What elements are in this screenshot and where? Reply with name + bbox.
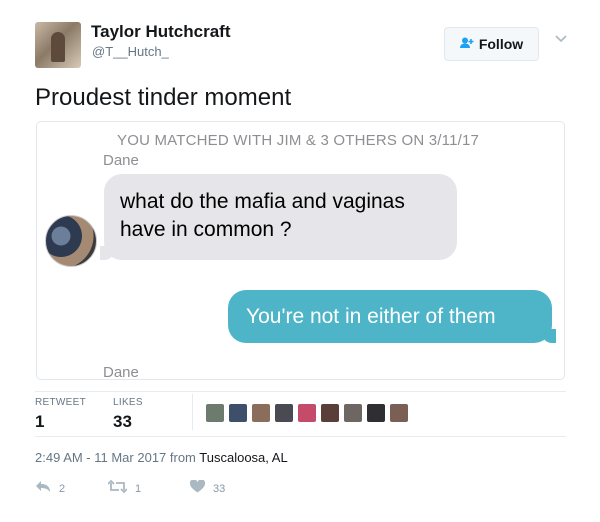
liker-avatar[interactable]: [206, 404, 224, 422]
liker-avatar[interactable]: [275, 404, 293, 422]
liker-avatar[interactable]: [390, 404, 408, 422]
divider: [35, 391, 566, 392]
liker-avatar[interactable]: [229, 404, 247, 422]
like-count: 33: [213, 482, 226, 495]
location-link[interactable]: Tuscaloosa, AL: [199, 450, 287, 465]
liker-avatar[interactable]: [321, 404, 339, 422]
sender-name: Dane: [103, 152, 139, 169]
reply-icon: [35, 480, 51, 497]
tweet-text: Proudest tinder moment: [35, 84, 292, 111]
sender-name: Dane: [103, 364, 139, 380]
match-header: YOU MATCHED WITH JIM & 3 OTHERS ON 3/11/…: [117, 132, 480, 149]
retweet-action[interactable]: 1: [107, 479, 142, 497]
reply-count: 2: [59, 482, 66, 495]
tweet-timestamp: 2:49 AM - 11 Mar 2017 from Tuscaloosa, A…: [35, 450, 288, 465]
outgoing-message-bubble: You're not in either of them: [228, 290, 556, 343]
user-handle[interactable]: @T__Hutch_: [92, 44, 169, 59]
like-action[interactable]: 33: [189, 479, 226, 497]
retweet-stat-label[interactable]: RETWEET: [35, 397, 86, 408]
profile-avatar[interactable]: [35, 22, 81, 68]
likes-stat-label[interactable]: LIKES: [113, 397, 143, 408]
liker-avatar[interactable]: [344, 404, 362, 422]
liker-avatar[interactable]: [252, 404, 270, 422]
retweet-count: 1: [135, 482, 142, 495]
follow-button[interactable]: Follow: [444, 27, 539, 61]
likes-stat-count[interactable]: 33: [113, 412, 132, 432]
follow-label: Follow: [478, 36, 524, 52]
liker-avatar[interactable]: [367, 404, 385, 422]
incoming-message-bubble: what do the mafia and vaginas have in co…: [100, 174, 457, 260]
add-user-icon: [459, 37, 474, 52]
retweet-icon: [107, 479, 128, 497]
liker-avatar[interactable]: [298, 404, 316, 422]
heart-icon: [189, 479, 206, 497]
display-name[interactable]: Taylor Hutchcraft: [91, 22, 231, 42]
likers-avatar-row[interactable]: [206, 404, 413, 422]
match-avatar: [45, 215, 97, 267]
attached-image[interactable]: YOU MATCHED WITH JIM & 3 OTHERS ON 3/11/…: [36, 121, 565, 380]
chevron-down-icon[interactable]: [555, 32, 567, 46]
retweet-stat-count[interactable]: 1: [35, 412, 44, 432]
timestamp-text: 2:49 AM - 11 Mar 2017 from: [35, 450, 196, 465]
divider: [35, 436, 566, 437]
reply-action[interactable]: 2: [35, 480, 65, 497]
divider: [192, 394, 193, 430]
